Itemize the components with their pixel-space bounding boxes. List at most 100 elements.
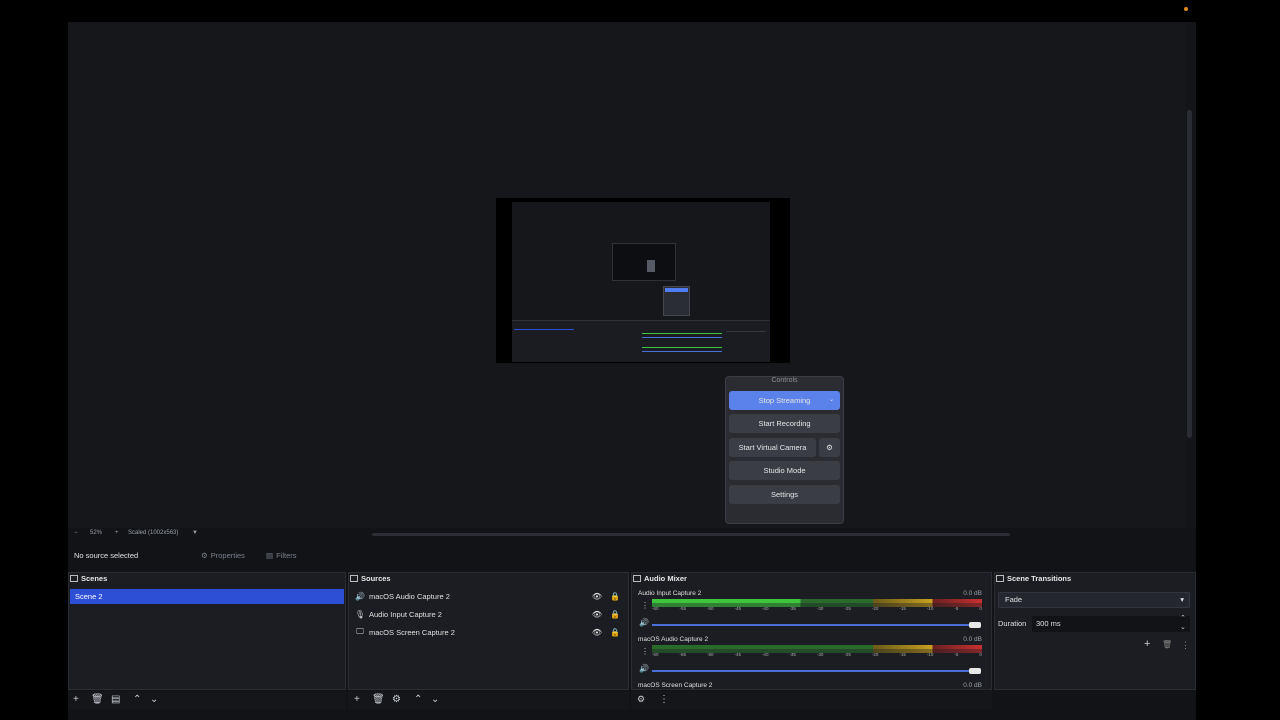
stepper-down-icon[interactable]: ⌄ <box>1180 623 1186 631</box>
source-item[interactable]: 🔊 macOS Audio Capture 2 👁 🔒 <box>354 588 626 604</box>
meter-tick-label: -60 <box>652 652 659 657</box>
move-up-icon[interactable]: ⌃ <box>414 694 422 705</box>
mixer-channel-db: 0.0 dB <box>963 636 982 643</box>
meter-tick-label: -55 <box>679 652 686 657</box>
stream-dropdown-icon[interactable]: ⌄ <box>829 396 835 404</box>
meter-tick-label: -35 <box>789 606 796 611</box>
speaker-icon[interactable]: 🔊 <box>639 664 649 673</box>
monitor-icon: 🖵 <box>356 627 364 636</box>
lock-icon[interactable]: 🔒 <box>610 628 620 637</box>
trash-icon[interactable]: 🗑 <box>91 694 104 705</box>
eye-icon[interactable]: 👁 <box>592 610 602 619</box>
filter-icon[interactable]: ▤ <box>111 694 120 705</box>
controls-title: Controls <box>771 377 798 384</box>
filters-label: Filters <box>276 551 297 560</box>
source-name: Audio Input Capture 2 <box>369 609 442 619</box>
duration-input[interactable]: 300 ms <box>1032 616 1190 632</box>
filter-icon: ▤ <box>266 551 274 560</box>
more-options-icon[interactable]: ⋮ <box>1181 640 1190 651</box>
meter-tick-label: -10 <box>926 652 934 657</box>
meter-tick-label: -25 <box>844 652 851 657</box>
meter-tick-label: -40 <box>761 652 769 657</box>
source-item[interactable]: 🎙 Audio Input Capture 2 👁 🔒 <box>354 606 626 622</box>
meter-tick-label: -60 <box>652 606 659 611</box>
vertical-scrollbar-thumb[interactable] <box>1187 110 1192 438</box>
scenes-title-label: Scenes <box>81 574 108 583</box>
meter-tick-label: 0 <box>979 652 982 657</box>
start-virtual-camera-button[interactable]: Start Virtual Camera <box>729 438 816 457</box>
meter-tick-label: -5 <box>954 606 959 611</box>
transitions-title-label: Scene Transitions <box>1007 574 1072 583</box>
eye-icon[interactable]: 👁 <box>592 592 602 601</box>
zoom-out-icon[interactable]: − <box>74 530 78 536</box>
start-recording-button[interactable]: Start Recording <box>729 414 840 433</box>
mixer-title-label: Audio Mixer <box>644 574 687 583</box>
nested-preview-content <box>647 260 655 272</box>
meter-tick-label: -40 <box>761 606 769 611</box>
meter-tick-label: -15 <box>899 606 906 611</box>
meter-tick-label: -55 <box>679 606 686 611</box>
gear-icon[interactable]: ⚙ <box>392 694 401 705</box>
zoom-in-icon[interactable]: + <box>115 530 119 536</box>
source-status: No source selected <box>74 551 139 560</box>
transition-select[interactable]: Fade ▾ <box>998 592 1190 608</box>
meter-tick-label: -30 <box>816 606 824 611</box>
meter-tick-label: -50 <box>706 652 714 657</box>
dock-icon <box>350 575 358 582</box>
virtual-camera-settings-button[interactable]: ⚙ <box>819 438 840 457</box>
mixer-channel-name: Audio Input Capture 2 <box>638 590 702 597</box>
more-options-icon[interactable]: ⋮ <box>659 694 669 705</box>
filters-button[interactable]: ▤ Filters <box>266 549 297 562</box>
trash-icon[interactable]: 🗑 <box>372 694 385 705</box>
horizontal-scrollbar[interactable] <box>372 533 1010 536</box>
speaker-icon[interactable]: 🔊 <box>639 618 649 627</box>
move-down-icon[interactable]: ⌄ <box>150 694 158 705</box>
scale-dropdown-icon[interactable]: ▼ <box>192 530 198 536</box>
meter-tick-label: -5 <box>954 652 959 657</box>
sources-footer <box>348 691 629 709</box>
more-options-icon[interactable]: ⋮ <box>641 601 649 610</box>
volume-slider[interactable] <box>652 670 976 672</box>
duration-value: 300 ms <box>1036 619 1061 628</box>
meter-tick-label: -30 <box>816 652 824 657</box>
meter-tick-label: -10 <box>926 606 934 611</box>
stop-streaming-button[interactable]: Stop Streaming <box>729 391 840 410</box>
meter-tick-label: -45 <box>734 606 741 611</box>
mixer-channel-db: 0.0 dB <box>963 682 982 689</box>
move-up-icon[interactable]: ⌃ <box>133 694 141 705</box>
sources-title-label: Sources <box>361 574 391 583</box>
move-down-icon[interactable]: ⌄ <box>431 694 439 705</box>
trash-icon[interactable]: 🗑 <box>1162 640 1172 649</box>
volume-slider-handle[interactable] <box>969 668 981 674</box>
speaker-icon: 🔊 <box>355 591 365 601</box>
add-icon[interactable]: + <box>354 694 360 705</box>
volume-slider[interactable] <box>652 624 976 626</box>
scene-item[interactable]: Scene 2 <box>70 589 344 604</box>
advanced-audio-gear-icon[interactable]: ⚙ <box>637 694 645 705</box>
source-name: macOS Audio Capture 2 <box>369 591 450 601</box>
eye-icon[interactable]: 👁 <box>592 628 602 637</box>
add-icon[interactable]: + <box>1144 638 1150 650</box>
stepper-up-icon[interactable]: ⌃ <box>1180 614 1186 622</box>
meter-tick-label: -15 <box>899 652 906 657</box>
meter-tick-label: -20 <box>871 652 879 657</box>
chevron-down-icon: ▾ <box>1180 595 1184 604</box>
mixer-channel-db: 0.0 dB <box>963 590 982 597</box>
lock-icon[interactable]: 🔒 <box>610 610 620 619</box>
lock-icon[interactable]: 🔒 <box>610 592 620 601</box>
scale-mode[interactable]: Scaled (1002x563) <box>128 530 178 536</box>
meter-tick-label: -45 <box>734 652 741 657</box>
add-icon[interactable]: + <box>73 694 79 705</box>
more-options-icon[interactable]: ⋮ <box>641 647 649 656</box>
studio-mode-button[interactable]: Studio Mode <box>729 461 840 480</box>
transitions-title: Scene Transitions <box>996 574 1071 583</box>
nested-docks <box>512 320 770 362</box>
mixer-footer <box>631 691 992 709</box>
properties-button[interactable]: ⚙ Properties <box>201 549 245 562</box>
source-item[interactable]: 🖵 macOS Screen Capture 2 👁 🔒 <box>354 624 626 640</box>
volume-slider-handle[interactable] <box>969 622 981 628</box>
settings-button[interactable]: Settings <box>729 485 840 504</box>
microphone-icon: 🎙 <box>354 609 366 619</box>
dock-icon <box>996 575 1004 582</box>
gear-icon: ⚙ <box>201 551 208 560</box>
